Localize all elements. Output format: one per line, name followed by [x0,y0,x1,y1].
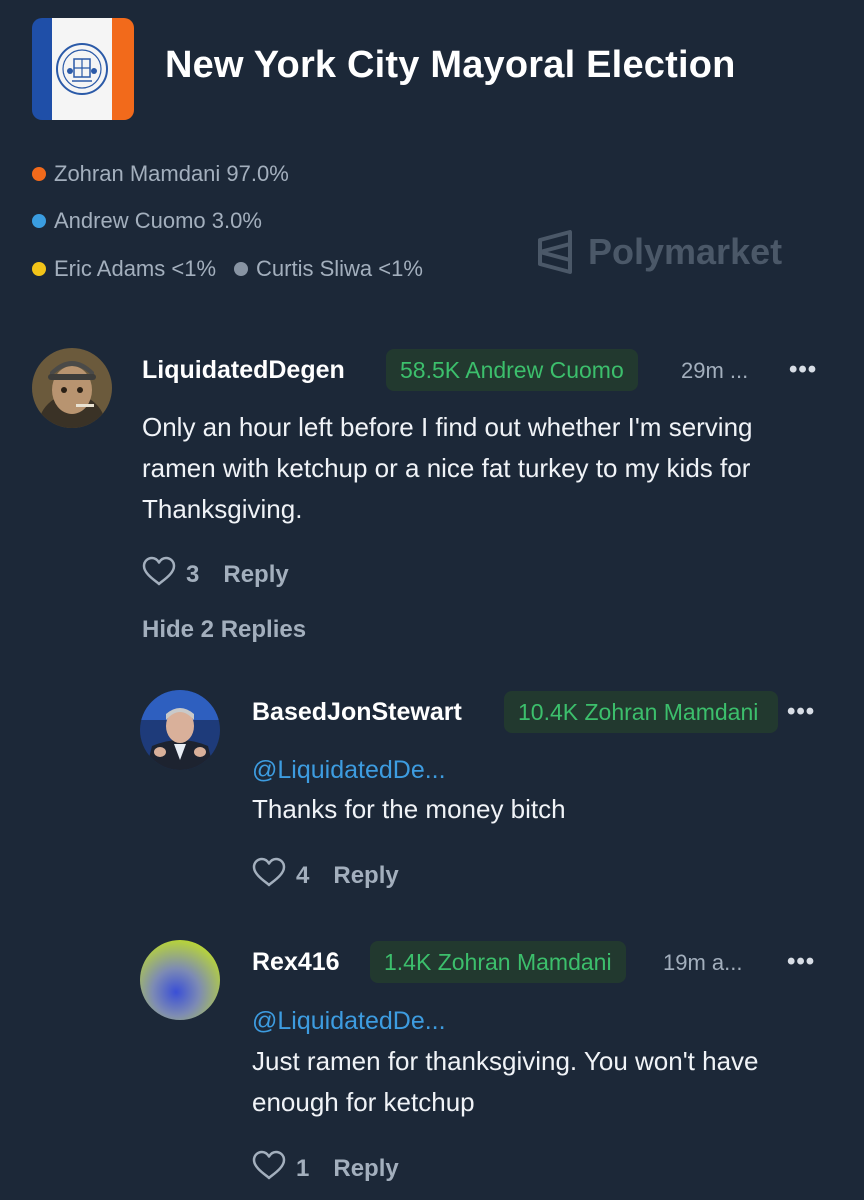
avatar[interactable] [140,940,220,1020]
outcome-label: Zohran Mamdani 97.0% [54,161,289,186]
polymarket-logo-icon [538,230,572,274]
like-count: 1 [296,1154,310,1182]
outcome-dot [32,262,46,276]
outcome-dot [32,167,46,181]
outcome-label: Eric Adams <1% [54,256,217,281]
comment-username[interactable]: Rex416 [252,948,340,977]
comment-actions: 1 Reply [252,1150,399,1187]
comment-text: Thanks for the money bitch [252,794,566,824]
comment-time: 19m a... [663,950,743,975]
market-flag-logo [32,18,134,120]
more-options-button[interactable]: ••• [789,356,817,384]
gradient-avatar [140,940,220,1020]
city-seal-icon [56,43,108,95]
user-avatar-illustration [32,348,112,428]
more-options-button[interactable]: ••• [787,948,815,976]
reply-button[interactable]: Reply [223,561,288,589]
reply-mention[interactable]: @LiquidatedDe... [252,1007,446,1036]
polymarket-watermark: Polymarket [536,230,782,274]
user-avatar-illustration [140,690,220,770]
outcome-label: Andrew Cuomo 3.0% [54,208,262,233]
position-badge: 1.4K Zohran Mamdani [370,941,626,983]
comment-actions: 4 Reply [252,857,399,894]
outcome-dot [234,262,249,276]
avatar[interactable] [140,690,220,770]
comment-text: Only an hour left before I find out whet… [142,412,753,524]
reply-button[interactable]: Reply [333,862,398,890]
heart-icon[interactable] [142,556,176,593]
comment-username[interactable]: LiquidatedDegen [142,356,345,385]
outcome-legend-item: Andrew Cuomo 3.0% [32,208,262,234]
more-options-button[interactable]: ••• [787,698,815,726]
watermark-text: Polymarket [588,231,783,272]
position-badge: 10.4K Zohran Mamdani [504,691,778,733]
outcome-legend-item: Eric Adams <1% Curtis Sliwa <1% [32,256,423,282]
comment-actions: 3 Reply [142,556,289,593]
heart-icon[interactable] [252,1150,286,1187]
comment-username[interactable]: BasedJonStewart [252,698,462,727]
like-count: 3 [186,560,200,588]
avatar[interactable] [32,348,112,428]
outcome-label: Curtis Sliwa <1% [256,256,423,281]
hide-replies-button[interactable]: Hide 2 Replies [142,616,306,644]
like-count: 4 [296,861,310,889]
comment-text: Just ramen for thanksgiving. You won't h… [252,1046,759,1117]
outcome-legend-item: Zohran Mamdani 97.0% [32,161,289,187]
comment-time: 29m ... [681,358,749,383]
reply-mention[interactable]: @LiquidatedDe... [252,756,446,785]
position-badge: 58.5K Andrew Cuomo [386,349,638,391]
heart-icon[interactable] [252,857,286,894]
outcome-dot [32,214,46,228]
reply-button[interactable]: Reply [333,1155,398,1183]
market-title[interactable]: New York City Mayoral Election [165,44,736,87]
